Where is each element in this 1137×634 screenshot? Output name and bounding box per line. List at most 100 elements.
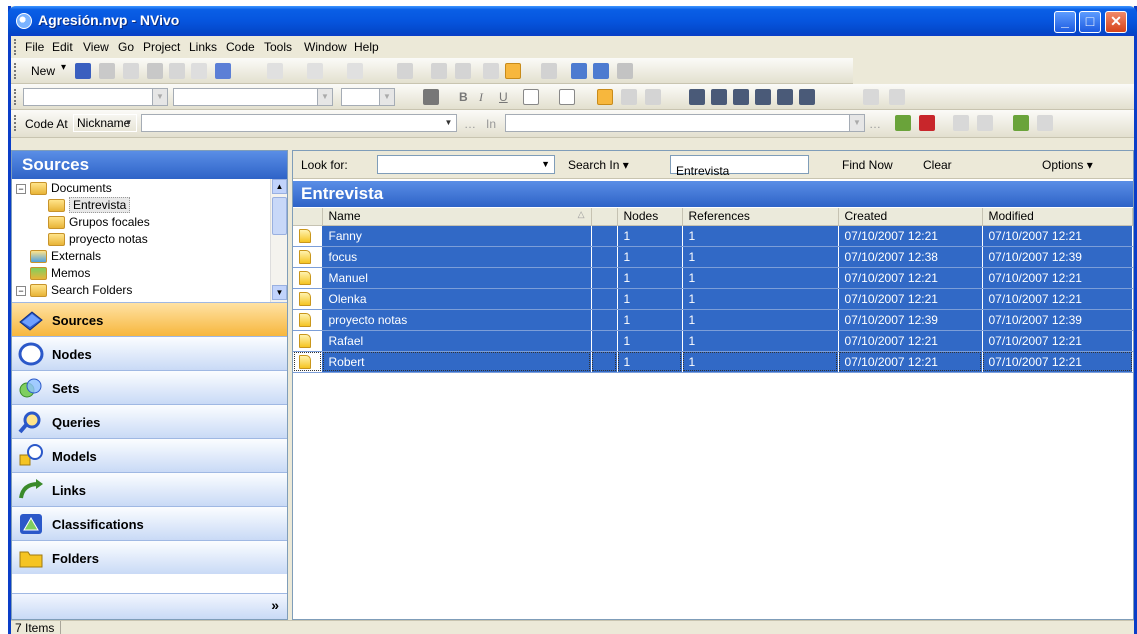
table-row[interactable]: Robert 1 1 07/10/2007 12:21 07/10/2007 1… [293,351,1133,373]
collapse-icon[interactable]: − [16,285,26,296]
chart-icon[interactable] [397,63,413,79]
nav-button-classifications[interactable]: Classifications [12,506,287,540]
bold-icon[interactable]: B [459,90,468,104]
uncode-recent-icon[interactable] [1037,115,1053,131]
browse-ellipsis-button[interactable]: … [464,117,476,131]
table-icon[interactable] [689,89,705,105]
tree-item-entrevista[interactable]: Entrevista [48,196,131,214]
scroll-down-icon[interactable]: ▼ [272,285,287,300]
tree-scrollbar[interactable]: ▲ ▼ [270,179,287,302]
align-right-icon[interactable] [645,89,661,105]
code-at-nickname-input[interactable]: ▼ [141,114,457,132]
column-header-name[interactable]: Name △ [322,208,592,226]
print-icon[interactable] [99,63,115,79]
filter-icon[interactable] [593,63,609,79]
menu-links[interactable]: Links [189,40,217,54]
column-header-nodes[interactable]: Nodes [617,208,683,226]
tree-item-grupos-focales[interactable]: Grupos focales [48,213,150,231]
redo-icon[interactable] [889,89,905,105]
configure-buttons-icon[interactable]: » [271,597,279,613]
search-in-button[interactable]: Search In ▾ [568,158,629,172]
in-browse-ellipsis-button[interactable]: … [869,117,881,131]
menu-edit[interactable]: Edit [52,40,73,54]
recent-nodes-icon[interactable] [1013,115,1029,131]
undo-icon[interactable] [215,63,231,79]
cut-icon[interactable] [147,63,163,79]
line-icon[interactable] [347,63,363,79]
brush-icon[interactable] [431,63,447,79]
toolbar-grip[interactable] [14,63,17,79]
detail-view-icon[interactable] [483,63,499,79]
column-header-created[interactable]: Created [838,208,983,226]
font-color-icon[interactable] [423,89,439,105]
table-row[interactable]: Rafael 1 1 07/10/2007 12:21 07/10/2007 1… [293,330,1133,352]
nav-button-sets[interactable]: Sets [12,370,287,404]
search-in-input[interactable]: Entrevista [670,155,809,178]
style-combo[interactable]: ▼ [23,88,168,106]
menu-code[interactable]: Code [226,40,255,54]
column-header-modified[interactable]: Modified [982,208,1133,226]
code-in-vivo-icon[interactable] [953,115,969,131]
list-view-icon[interactable] [505,63,521,79]
numbering-icon[interactable] [307,63,323,79]
split-cells-icon[interactable] [777,89,793,105]
menu-help[interactable]: Help [354,40,379,54]
options-button[interactable]: Options ▾ [1042,158,1093,172]
menu-go[interactable]: Go [118,40,134,54]
tree-item-proyecto-notas[interactable]: proyecto notas [48,230,148,248]
code-selection-icon[interactable] [895,115,911,131]
new-button[interactable]: New [31,64,55,78]
table-row[interactable]: proyecto notas 1 1 07/10/2007 12:39 07/1… [293,309,1133,331]
formatting-grip[interactable] [14,89,17,105]
highlight-icon[interactable] [455,63,471,79]
collapse-icon[interactable]: − [16,183,26,194]
column-header-references[interactable]: References [682,208,839,226]
paste-icon[interactable] [191,63,207,79]
menu-grip[interactable] [14,39,17,55]
nav-button-sources[interactable]: Sources [12,302,287,336]
menu-project[interactable]: Project [143,40,180,54]
align-center-icon[interactable] [621,89,637,105]
delete-cells-icon[interactable] [799,89,815,105]
table-row[interactable]: focus 1 1 07/10/2007 12:38 07/10/2007 12… [293,246,1133,268]
maximize-button[interactable]: □ [1079,11,1101,33]
tree-item-search-folders[interactable]: − Search Folders [16,281,132,299]
tree-item-externals[interactable]: Externals [30,247,101,265]
table-row[interactable]: Olenka 1 1 07/10/2007 12:21 07/10/2007 1… [293,288,1133,310]
menu-window[interactable]: Window [304,40,347,54]
clear-button[interactable]: Clear [923,158,952,172]
properties-icon[interactable] [617,63,633,79]
nav-button-nodes[interactable]: Nodes [12,336,287,370]
tree-item-documents[interactable]: − Documents [16,179,112,197]
border-icon[interactable] [523,89,539,105]
table-row[interactable]: Fanny 1 1 07/10/2007 12:21 07/10/2007 12… [293,225,1133,247]
nav-button-models[interactable]: Models [12,438,287,472]
align-left-icon[interactable] [597,89,613,105]
nav-button-links[interactable]: Links [12,472,287,506]
uncode-selection-icon[interactable] [919,115,935,131]
save-icon[interactable] [75,63,91,79]
shading-icon[interactable] [559,89,575,105]
italic-icon[interactable]: I [479,90,483,105]
chevron-down-icon[interactable]: ▼ [541,156,550,173]
font-size-combo[interactable]: ▼ [341,88,395,106]
underline-icon[interactable]: U [499,90,508,104]
tree-item-memos[interactable]: Memos [30,264,90,282]
find-icon[interactable] [541,63,557,79]
bullets-icon[interactable] [267,63,283,79]
close-button[interactable]: ✕ [1105,11,1127,33]
font-combo[interactable]: ▼ [173,88,333,106]
menu-tools[interactable]: Tools [264,40,292,54]
coding-grip[interactable] [14,115,17,131]
merge-cells-icon[interactable] [755,89,771,105]
insert-column-icon[interactable] [733,89,749,105]
menu-view[interactable]: View [83,40,109,54]
menu-file[interactable]: File [25,40,44,54]
minimize-button[interactable]: _ [1054,11,1076,33]
scroll-up-icon[interactable]: ▲ [272,179,287,194]
code-in-combo[interactable]: ▼ [505,114,865,132]
undo-icon[interactable] [863,89,879,105]
code-at-type-combo[interactable]: Nickname ▼ [73,114,137,132]
insert-row-icon[interactable] [711,89,727,105]
scroll-thumb[interactable] [272,197,287,235]
